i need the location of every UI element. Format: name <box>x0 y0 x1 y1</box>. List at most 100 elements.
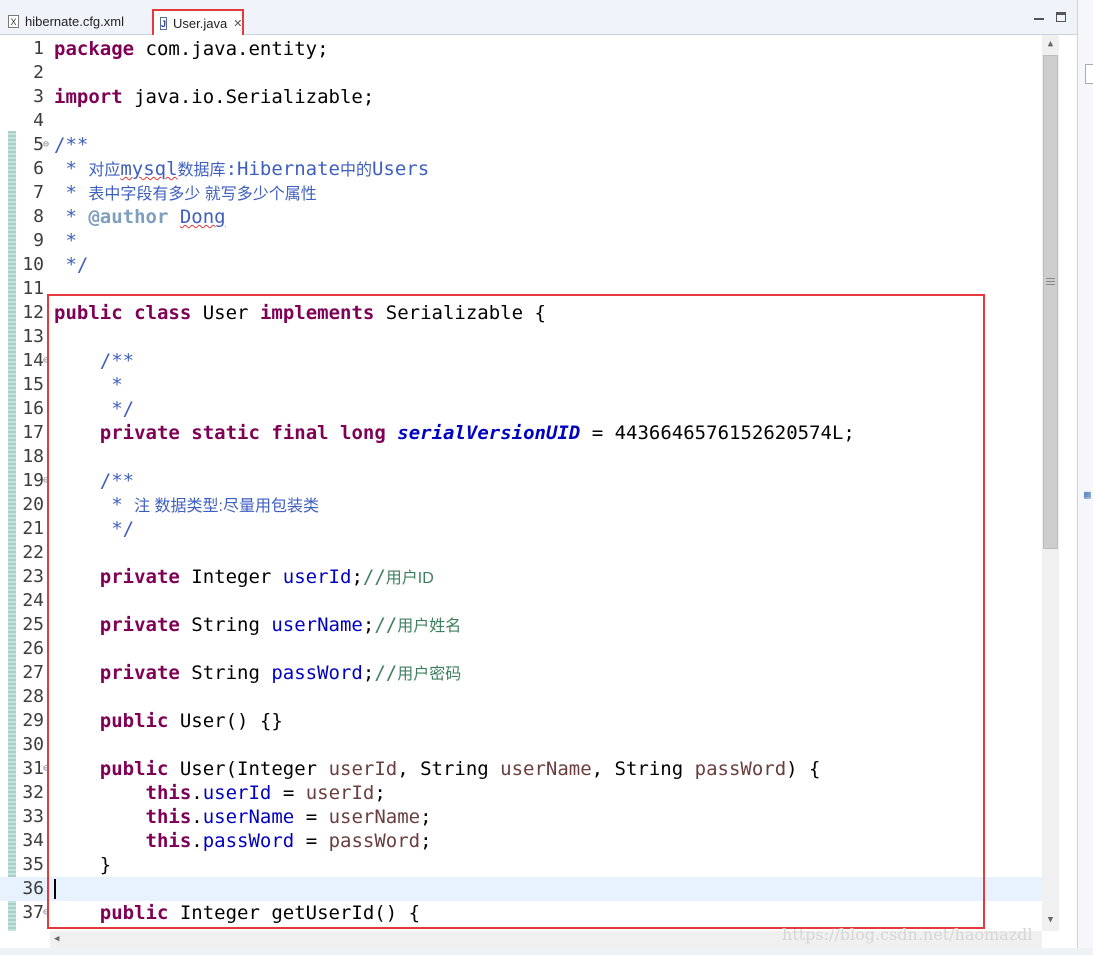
code-line: 37 ⊖ public Integer getUserId() { <box>0 901 1042 925</box>
line-number: 2 <box>33 62 44 83</box>
text-caret <box>54 879 56 899</box>
code-text: */ <box>54 254 89 276</box>
line-number: 5 <box>33 134 44 155</box>
scroll-up-icon[interactable]: ▲ <box>1042 39 1059 49</box>
tab-label: hibernate.cfg.xml <box>25 14 124 29</box>
line-number: 22 <box>22 542 44 563</box>
line-number: 9 <box>33 230 44 251</box>
line-number: 26 <box>22 638 44 659</box>
code-line: 26 <box>0 637 1042 661</box>
current-line[interactable]: 36 <box>0 877 1042 901</box>
code-text: import java.io.Serializable; <box>54 86 375 108</box>
line-number: 23 <box>22 566 44 587</box>
code-line: 5 ⊖ /** <box>0 133 1042 157</box>
line-number: 7 <box>33 182 44 203</box>
code-text: public class User implements Serializabl… <box>54 302 546 324</box>
line-number: 35 <box>22 854 44 875</box>
line-number: 10 <box>22 254 44 275</box>
line-number: 8 <box>33 206 44 227</box>
code-text: private Integer userId;//用户ID <box>99 566 434 588</box>
line-number: 37 <box>22 902 44 923</box>
scroll-grip-icon <box>1046 278 1055 285</box>
code-line: 12 public class User implements Serializa… <box>0 301 1042 325</box>
line-number: 31 <box>22 758 44 779</box>
tab-hibernate-cfg-xml[interactable]: X hibernate.cfg.xml <box>8 9 124 34</box>
code-line: 28 <box>0 685 1042 709</box>
code-line: 17 private static final long serialVersi… <box>0 421 1042 445</box>
code-text: /** <box>54 350 135 372</box>
code-line: 18 <box>0 445 1042 469</box>
code-line: 29 public User() {} <box>0 709 1042 733</box>
code-line: 20 * 注 数据类型:尽量用包装类 <box>0 493 1042 517</box>
code-editor[interactable]: 1 package com.java.entity; 2 3 import java… <box>0 35 1073 931</box>
code-text: * 对应mysql数据库:Hibernate中的Users <box>54 158 430 180</box>
line-number: 33 <box>22 806 44 827</box>
line-number: 15 <box>22 374 44 395</box>
code-line: 24 <box>0 589 1042 613</box>
right-side-panel: ▦ <box>1077 0 1093 955</box>
maximize-icon[interactable] <box>1056 12 1066 22</box>
code-line: 35 } <box>0 853 1042 877</box>
code-line: 11 <box>0 277 1042 301</box>
code-line: 27 private String passWord;//用户密码 <box>0 661 1042 685</box>
line-number: 27 <box>22 662 44 683</box>
line-number: 13 <box>22 326 44 347</box>
editor-window-controls <box>1034 12 1066 22</box>
code-text: private static final long serialVersionU… <box>99 422 855 444</box>
code-line: 2 <box>0 61 1042 85</box>
java-file-icon: J <box>160 17 168 30</box>
code-line: 3 import java.io.Serializable; <box>0 85 1042 109</box>
code-text: * 表中字段有多少 就写多少个属性 <box>54 182 317 204</box>
line-number: 34 <box>22 830 44 851</box>
scroll-down-icon[interactable]: ▼ <box>1042 915 1059 925</box>
code-text: this.passWord = passWord; <box>145 830 432 852</box>
code-line: 4 <box>0 109 1042 133</box>
close-tab-icon[interactable]: ✕ <box>233 17 242 30</box>
line-number: 17 <box>22 422 44 443</box>
code-text: } <box>54 854 112 876</box>
code-text: private String passWord;//用户密码 <box>99 662 462 684</box>
code-text: package com.java.entity; <box>54 38 329 60</box>
line-number: 18 <box>22 446 44 467</box>
line-number: 1 <box>33 38 44 59</box>
fold-collapse-icon[interactable]: ⊖ <box>43 476 49 486</box>
code-line: 9 * <box>0 229 1042 253</box>
code-line: 22 <box>0 541 1042 565</box>
code-line: 8 * @author Dong <box>0 205 1042 229</box>
fold-collapse-icon[interactable]: ⊖ <box>43 140 49 150</box>
code-line: 32 this.userId = userId; <box>0 781 1042 805</box>
code-line: 7 * 表中字段有多少 就写多少个属性 <box>0 181 1042 205</box>
line-number: 21 <box>22 518 44 539</box>
code-line: 33 this.userName = userName; <box>0 805 1042 829</box>
code-line: 19 ⊖ /** <box>0 469 1042 493</box>
fold-collapse-icon[interactable]: ⊖ <box>43 764 49 774</box>
line-number: 24 <box>22 590 44 611</box>
vertical-scrollbar[interactable]: ▲ ▼ <box>1042 35 1059 931</box>
line-number: 6 <box>33 158 44 179</box>
code-text: this.userName = userName; <box>145 806 432 828</box>
line-number: 16 <box>22 398 44 419</box>
line-number: 29 <box>22 710 44 731</box>
line-number: 28 <box>22 686 44 707</box>
scroll-left-icon[interactable]: ◀ <box>54 931 59 948</box>
line-number: 14 <box>22 350 44 371</box>
code-line: 16 */ <box>0 397 1042 421</box>
panel-box <box>1085 64 1093 84</box>
code-text: * @author Dong <box>54 206 226 228</box>
scrollbar-thumb[interactable] <box>1043 55 1058 549</box>
code-text: * <box>54 230 77 252</box>
fold-collapse-icon[interactable]: ⊖ <box>43 908 49 918</box>
line-number: 20 <box>22 494 44 515</box>
fold-collapse-icon[interactable]: ⊖ <box>43 356 49 366</box>
code-text: this.userId = userId; <box>145 782 386 804</box>
editor-tab-bar: X hibernate.cfg.xml J User.java ✕ <box>0 0 1093 38</box>
minimize-icon[interactable] <box>1034 12 1044 20</box>
code-line: 34 this.passWord = passWord; <box>0 829 1042 853</box>
outline-icon[interactable]: ▦ <box>1084 488 1091 501</box>
code-line: 31 ⊖ public User(Integer userId, String u… <box>0 757 1042 781</box>
code-text: /** <box>54 134 89 156</box>
xml-file-icon: X <box>8 15 19 28</box>
code-line: 14 ⊖ /** <box>0 349 1042 373</box>
watermark: https://blog.csdn.net/haomazdl <box>782 925 1033 944</box>
tab-user-java[interactable]: J User.java ✕ <box>152 9 244 38</box>
